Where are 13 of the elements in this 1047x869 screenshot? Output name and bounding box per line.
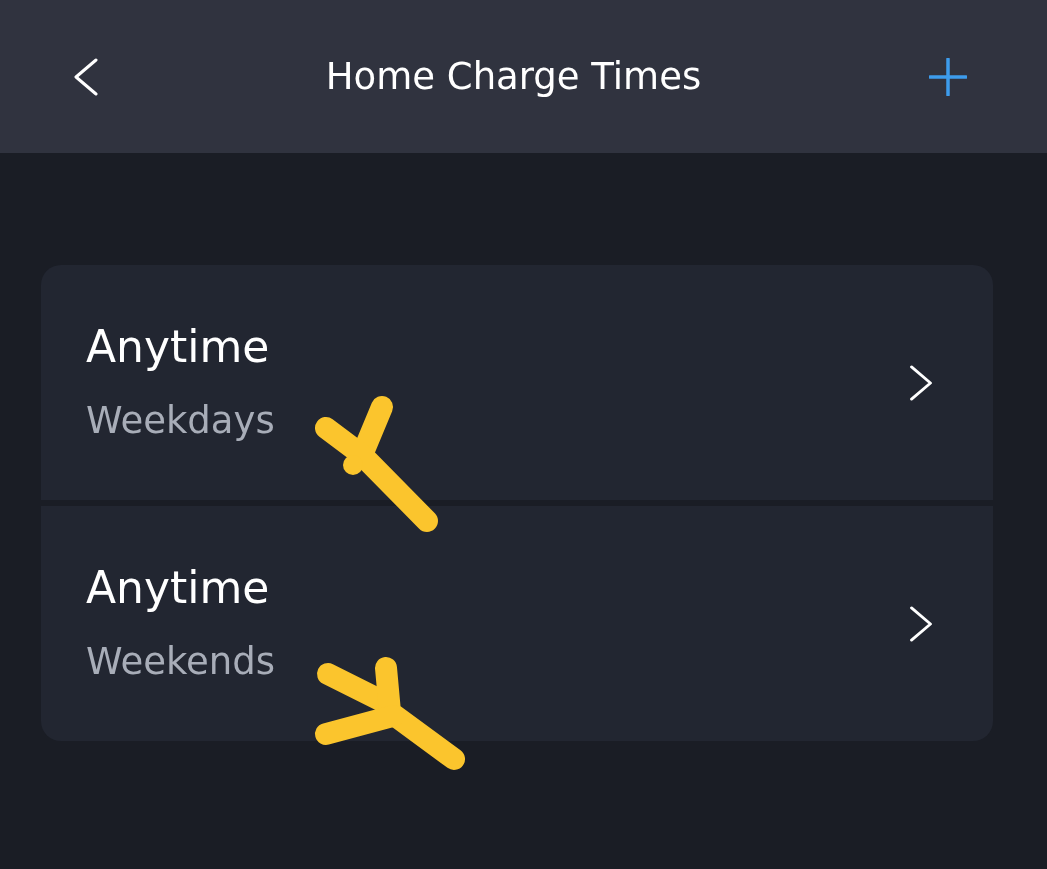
schedule-title: Anytime [86, 323, 271, 370]
add-button[interactable] [929, 57, 967, 96]
chevron-right-icon [909, 605, 933, 642]
chevron-right-icon [909, 364, 933, 401]
schedule-row[interactable]: Anytime Weekdays [41, 265, 993, 500]
schedule-title: Anytime [86, 564, 271, 611]
back-chevron-icon [74, 57, 98, 96]
schedule-days: Weekends [86, 640, 276, 683]
plus-icon [929, 57, 967, 96]
schedule-row[interactable]: Anytime Weekends [41, 506, 993, 741]
back-button[interactable] [74, 57, 98, 96]
page-title: Home Charge Times [325, 54, 702, 99]
schedule-days: Weekdays [86, 399, 275, 442]
